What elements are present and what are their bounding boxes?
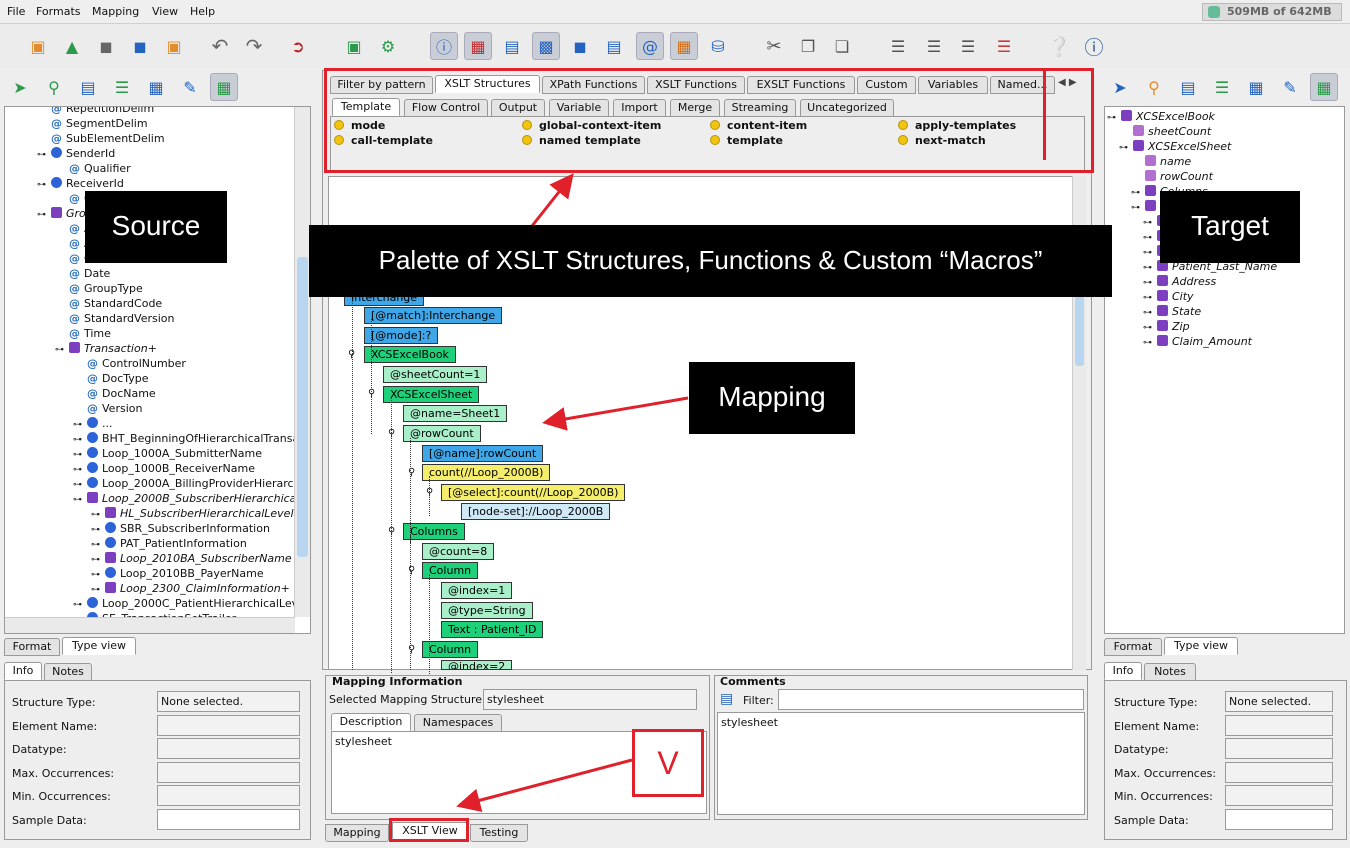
annotation-arrows: [456, 173, 689, 812]
target-label: Target: [1160, 191, 1300, 263]
xslt-view-arrow: [456, 758, 633, 812]
mapping-arrow: [542, 396, 689, 431]
palette-label: Palette of XSLT Structures, Functions & …: [309, 225, 1112, 297]
mapping-label: Mapping: [689, 362, 855, 434]
palette-arrow: [530, 173, 574, 227]
v-label: V: [632, 729, 704, 797]
source-label: Source: [85, 191, 227, 263]
